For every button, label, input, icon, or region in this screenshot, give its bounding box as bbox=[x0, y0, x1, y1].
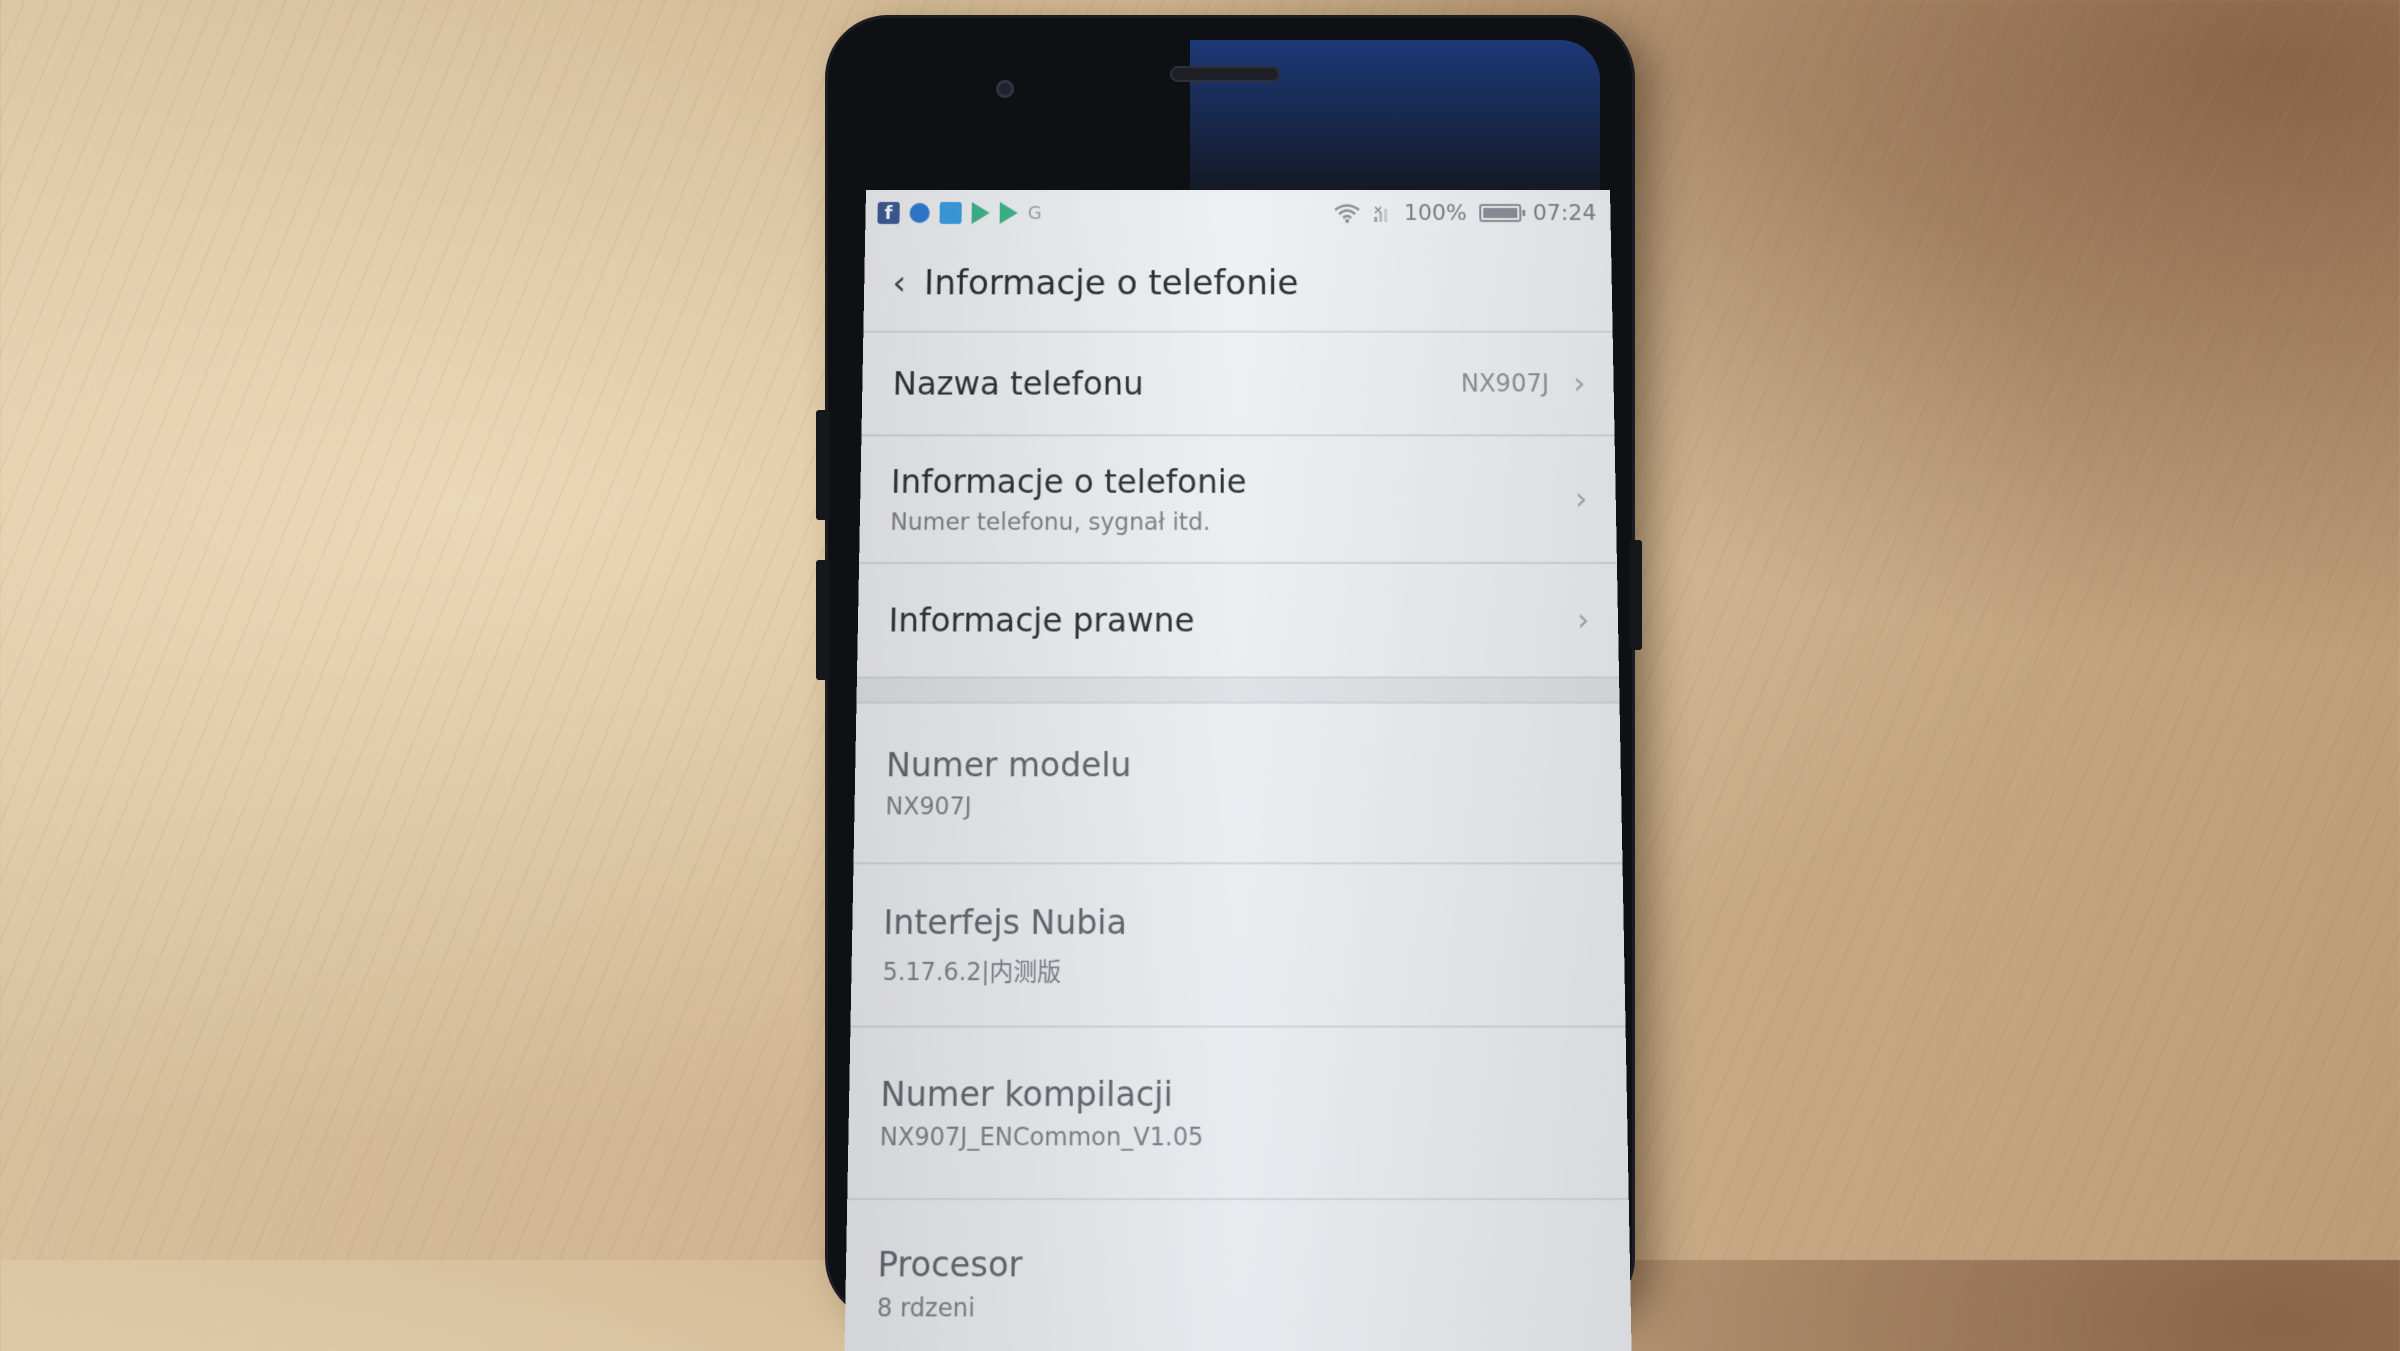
battery-icon bbox=[1478, 203, 1522, 222]
phone-info-label: Informacje o telefonie bbox=[890, 461, 1247, 502]
page-title: Informacje o telefonie bbox=[923, 263, 1299, 304]
phone-name-value: NX907J bbox=[1460, 369, 1550, 398]
build-number-label: Numer kompilacji bbox=[880, 1073, 1173, 1115]
power-button bbox=[1630, 540, 1642, 650]
phone-info-item[interactable]: Informacje o telefonie Numer telefonu, s… bbox=[859, 436, 1617, 564]
screen-reflection bbox=[1190, 40, 1600, 190]
processor-item: Procesor 8 rdzeni bbox=[844, 1200, 1631, 1351]
system-status: 100% 07:24 bbox=[1334, 200, 1597, 225]
legal-info-item[interactable]: Informacje prawne › bbox=[856, 563, 1620, 679]
twitter-icon bbox=[939, 201, 962, 224]
notification-icons: f G bbox=[877, 201, 1042, 224]
phone-screen: f G 100% 07:24 ‹ Informacje o telefonie … bbox=[844, 190, 1632, 1351]
nubia-ui-label: Interfejs Nubia bbox=[883, 901, 1128, 943]
play-store-icon bbox=[999, 201, 1018, 224]
legal-info-label: Informacje prawne bbox=[888, 600, 1195, 640]
back-button[interactable]: ‹ bbox=[892, 263, 906, 303]
model-number-label: Numer modelu bbox=[885, 744, 1132, 785]
chevron-left-icon: ‹ bbox=[892, 263, 907, 304]
status-bar: f G 100% 07:24 bbox=[865, 190, 1611, 236]
nubia-ui-value: 5.17.6.2|内测版 bbox=[882, 958, 1062, 987]
play-store-icon bbox=[971, 201, 990, 224]
build-number-value: NX907J_ENCommon_V1.05 bbox=[879, 1123, 1204, 1152]
phone-info-subtitle: Numer telefonu, sygnał itd. bbox=[890, 509, 1211, 537]
chevron-right-icon: › bbox=[1574, 480, 1588, 517]
side-button bbox=[816, 560, 830, 680]
phone-name-item[interactable]: Nazwa telefonu NX907J › bbox=[861, 332, 1615, 437]
model-number-value: NX907J bbox=[885, 793, 972, 821]
chevron-right-icon: › bbox=[1576, 601, 1590, 639]
messenger-icon bbox=[909, 202, 930, 223]
earpiece-speaker bbox=[1170, 66, 1280, 82]
section-divider bbox=[856, 678, 1620, 704]
battery-percent: 100% bbox=[1403, 200, 1467, 226]
model-number-item: Numer modelu NX907J bbox=[853, 703, 1623, 865]
wifi-icon bbox=[1334, 203, 1360, 223]
facebook-icon: f bbox=[877, 201, 900, 224]
processor-label: Procesor bbox=[877, 1243, 1023, 1286]
google-icon: G bbox=[1027, 202, 1042, 224]
nubia-ui-item: Interfejs Nubia 5.17.6.2|内测版 bbox=[850, 864, 1626, 1028]
front-camera bbox=[996, 80, 1014, 98]
volume-button bbox=[816, 410, 830, 520]
app-header: ‹ Informacje o telefonie bbox=[863, 235, 1613, 333]
status-time: 07:24 bbox=[1532, 200, 1597, 226]
processor-value: 8 rdzeni bbox=[876, 1294, 976, 1324]
chevron-right-icon: › bbox=[1572, 365, 1586, 402]
build-number-item: Numer kompilacji NX907J_ENCommon_V1.05 bbox=[847, 1027, 1629, 1201]
signal-icon bbox=[1372, 203, 1387, 222]
